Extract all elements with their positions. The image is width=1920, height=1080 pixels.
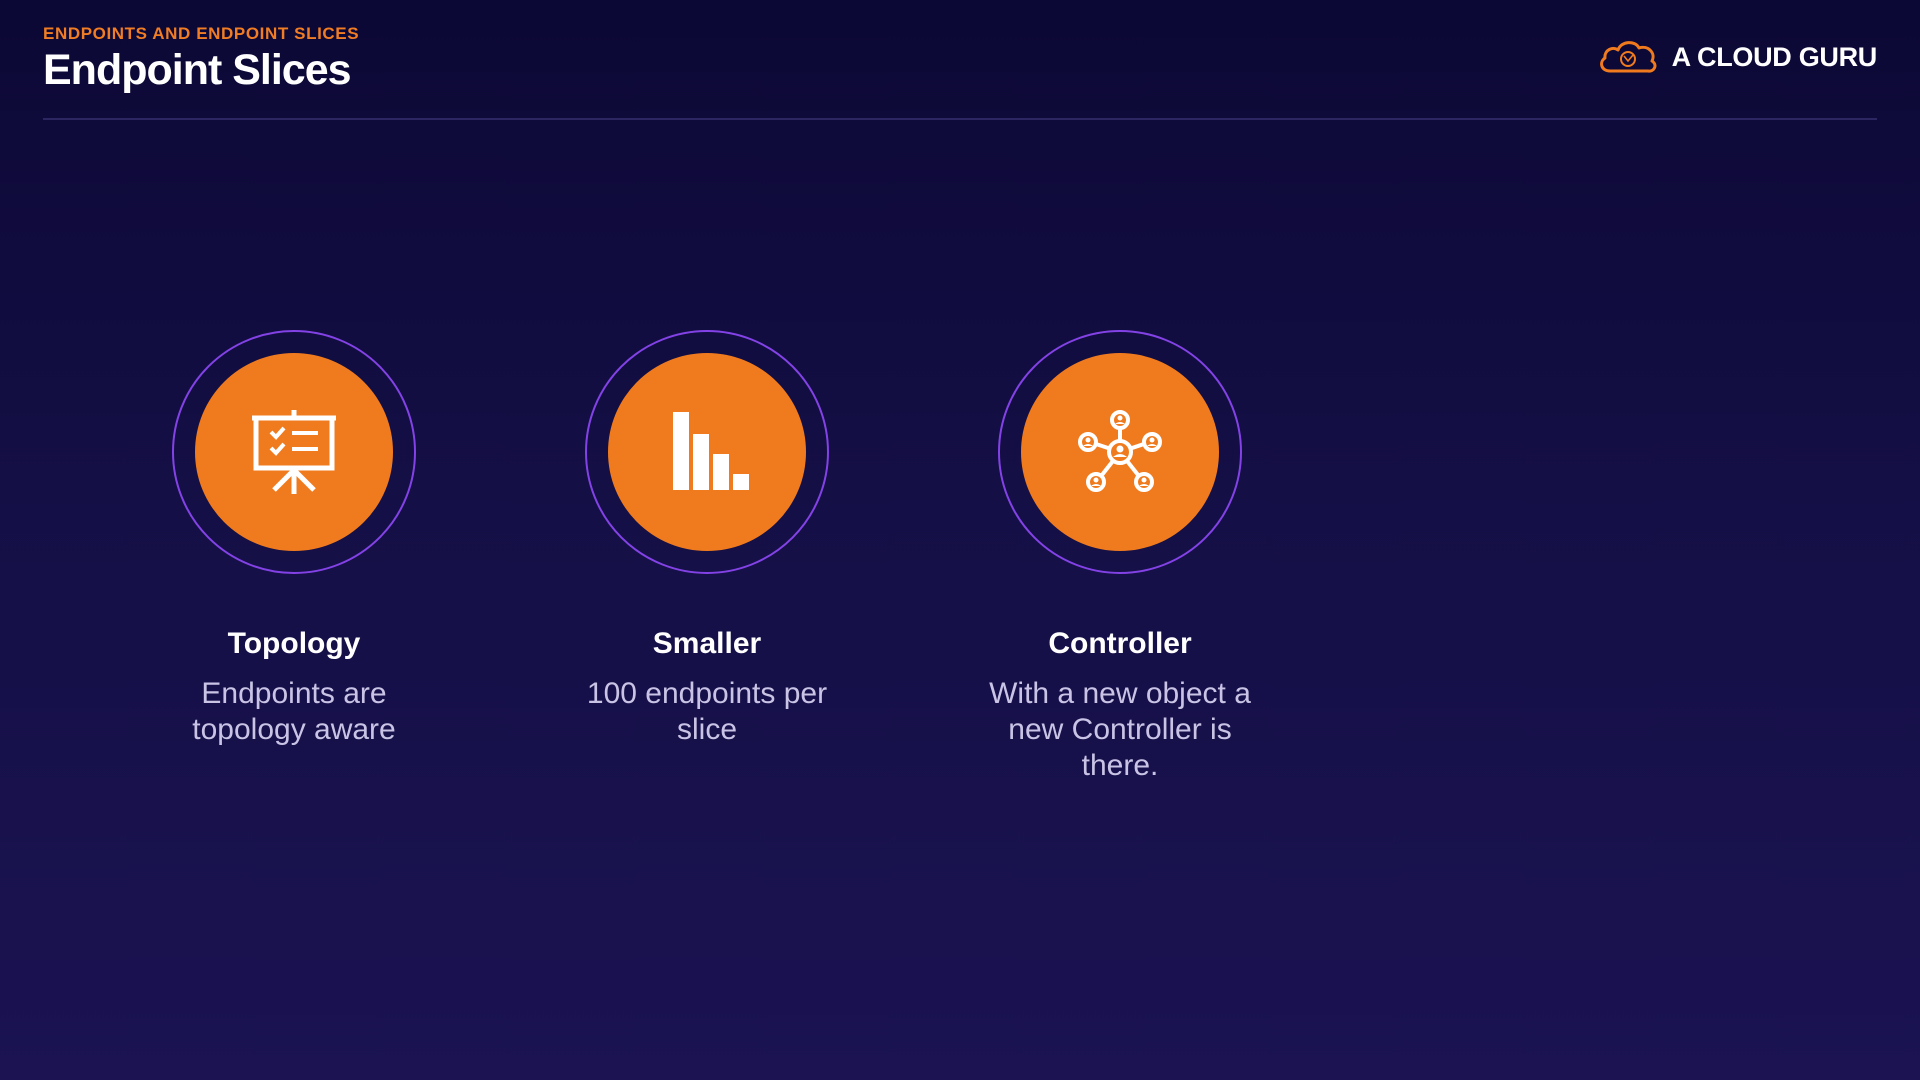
icon-disc	[195, 353, 393, 551]
icon-ring	[172, 330, 416, 574]
cloud-logo-icon	[1599, 41, 1657, 73]
feature-title: Topology	[227, 627, 361, 660]
section-eyebrow: ENDPOINTS AND ENDPOINT SLICES	[43, 24, 360, 43]
icon-disc	[608, 353, 806, 551]
bar-chart-descending-icon	[673, 412, 749, 490]
header-divider	[43, 118, 1877, 120]
brand-logo: A CLOUD GURU	[1596, 37, 1877, 77]
feature-title: Controller	[1048, 627, 1192, 660]
network-hub-icon	[1078, 410, 1162, 492]
feature-smaller: Smaller 100 endpoints per slice	[557, 330, 857, 748]
feature-description: Endpoints are topology aware	[192, 677, 396, 746]
presentation-board-icon	[252, 410, 336, 494]
page-title: Endpoint Slices	[43, 46, 352, 94]
features-row: Topology Endpoints are topology aware Sm…	[0, 330, 1920, 830]
feature-topology: Topology Endpoints are topology aware	[144, 330, 444, 748]
feature-controller: Controller With a new object a new Contr…	[970, 330, 1270, 784]
icon-ring	[585, 330, 829, 574]
feature-description: 100 endpoints per slice	[586, 677, 828, 746]
icon-ring	[998, 330, 1242, 574]
slide-header: ENDPOINTS AND ENDPOINT SLICES Endpoint S…	[43, 24, 359, 95]
feature-description: With a new object a new Controller is th…	[989, 677, 1251, 782]
icon-disc	[1021, 353, 1219, 551]
feature-title: Smaller	[652, 627, 762, 660]
brand-name: A CLOUD GURU	[1671, 41, 1878, 72]
